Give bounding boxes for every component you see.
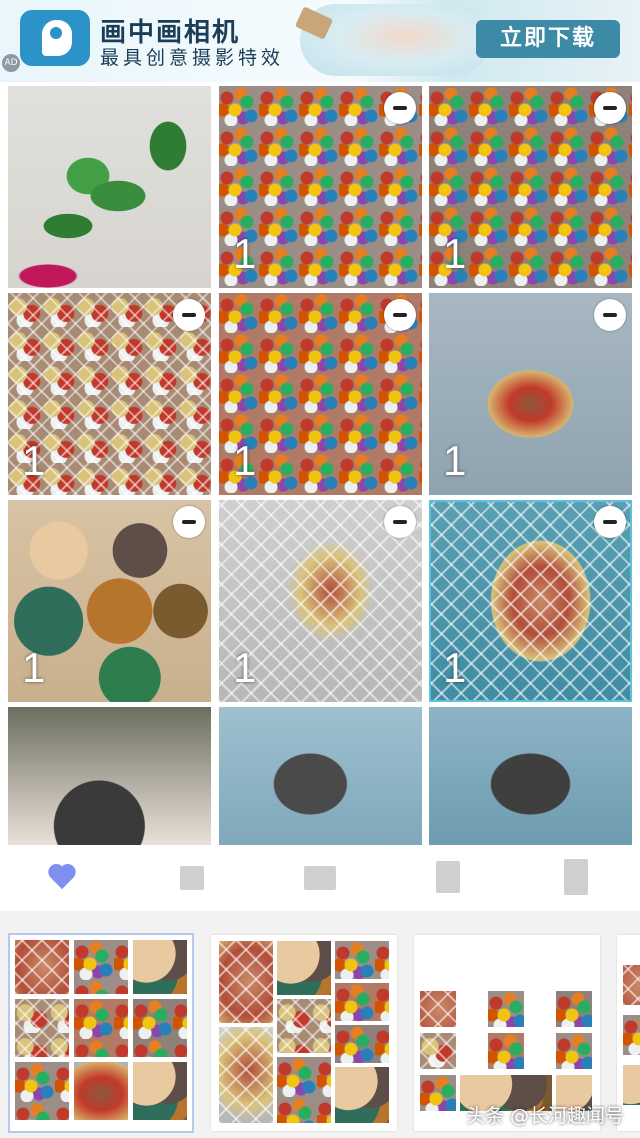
photo-tile[interactable]: 1 bbox=[8, 293, 211, 495]
template-thumb bbox=[15, 999, 69, 1057]
layout-templates: 头条 @长河趣闻号 bbox=[0, 911, 640, 1138]
heart-icon bbox=[50, 865, 78, 891]
template-thumb bbox=[74, 940, 128, 994]
template-thumb bbox=[556, 1033, 592, 1069]
layout-wide-tab[interactable] bbox=[290, 845, 350, 911]
app-logo-icon bbox=[20, 10, 90, 66]
template-thumb bbox=[556, 991, 592, 1027]
download-button[interactable]: 立即下载 bbox=[476, 20, 620, 58]
photo-tile[interactable] bbox=[8, 707, 211, 845]
photo-count: 1 bbox=[22, 437, 46, 484]
photo-tile[interactable] bbox=[8, 86, 211, 288]
template-thumb bbox=[219, 941, 273, 1023]
template-thumb bbox=[15, 1062, 69, 1120]
ad-bottle-image bbox=[300, 4, 490, 76]
photo-count: 1 bbox=[443, 230, 467, 277]
template-thumb bbox=[420, 1075, 456, 1111]
photo-tile[interactable]: 1 bbox=[429, 293, 632, 495]
remove-icon[interactable] bbox=[384, 299, 416, 331]
template-thumb bbox=[420, 1033, 456, 1069]
photo-count: 1 bbox=[22, 644, 46, 691]
template-thumb bbox=[335, 1067, 389, 1123]
ad-label: AD bbox=[2, 54, 20, 72]
portrait-rectangle-icon bbox=[564, 859, 588, 895]
template-thumb bbox=[623, 1015, 640, 1055]
template-thumb bbox=[335, 1025, 389, 1063]
ad-subtitle: 最具创意摄影特效 bbox=[100, 47, 285, 69]
template-thumb bbox=[623, 965, 640, 1005]
remove-icon[interactable] bbox=[594, 299, 626, 331]
photo-count: 1 bbox=[233, 437, 257, 484]
favorites-tab[interactable] bbox=[32, 845, 92, 911]
photo-count: 1 bbox=[443, 644, 467, 691]
template-thumb bbox=[488, 991, 524, 1027]
watermark: 头条 @长河趣闻号 bbox=[465, 1105, 624, 1127]
photo-tile[interactable]: 1 bbox=[429, 500, 632, 702]
photo-grid: 1 1 1 1 1 1 1 1 bbox=[0, 82, 640, 845]
layout-tall-tab[interactable] bbox=[418, 845, 478, 911]
template-thumb bbox=[74, 999, 128, 1057]
small-square-icon bbox=[180, 866, 204, 890]
template-thumb bbox=[219, 1027, 273, 1123]
photo-tile[interactable] bbox=[219, 707, 422, 845]
remove-icon[interactable] bbox=[594, 506, 626, 538]
template-thumb bbox=[133, 940, 187, 994]
template-thumb bbox=[74, 1062, 128, 1120]
layout-template-1[interactable] bbox=[10, 935, 192, 1131]
ad-banner[interactable]: 画中画相机 最具创意摄影特效 立即下载 AD bbox=[0, 0, 640, 82]
template-thumb bbox=[335, 941, 389, 979]
tall-rectangle-icon bbox=[436, 861, 460, 893]
template-thumb bbox=[133, 1062, 187, 1120]
template-thumb bbox=[420, 991, 456, 1027]
template-thumb bbox=[488, 1033, 524, 1069]
layout-template-2[interactable] bbox=[211, 935, 397, 1131]
remove-icon[interactable] bbox=[173, 299, 205, 331]
photo-tile[interactable]: 1 bbox=[219, 500, 422, 702]
remove-icon[interactable] bbox=[173, 506, 205, 538]
photo-tile[interactable]: 1 bbox=[219, 86, 422, 288]
template-thumb bbox=[133, 999, 187, 1057]
template-thumb bbox=[277, 1057, 331, 1123]
remove-icon[interactable] bbox=[594, 92, 626, 124]
wide-rectangle-icon bbox=[304, 866, 336, 890]
template-thumb bbox=[15, 940, 69, 994]
photo-count: 1 bbox=[443, 437, 467, 484]
remove-icon[interactable] bbox=[384, 506, 416, 538]
template-thumb bbox=[623, 1065, 640, 1105]
photo-count: 1 bbox=[233, 644, 257, 691]
remove-icon[interactable] bbox=[384, 92, 416, 124]
template-thumb bbox=[277, 999, 331, 1053]
template-thumb bbox=[277, 941, 331, 995]
photo-tile[interactable] bbox=[429, 707, 632, 845]
photo-count: 1 bbox=[233, 230, 257, 277]
layout-toolbar bbox=[0, 845, 640, 912]
layout-square-tab[interactable] bbox=[162, 845, 222, 911]
template-thumb bbox=[335, 983, 389, 1021]
layout-portrait-tab[interactable] bbox=[546, 845, 606, 911]
photo-tile[interactable]: 1 bbox=[429, 86, 632, 288]
photo-tile[interactable]: 1 bbox=[219, 293, 422, 495]
photo-tile[interactable]: 1 bbox=[8, 500, 211, 702]
